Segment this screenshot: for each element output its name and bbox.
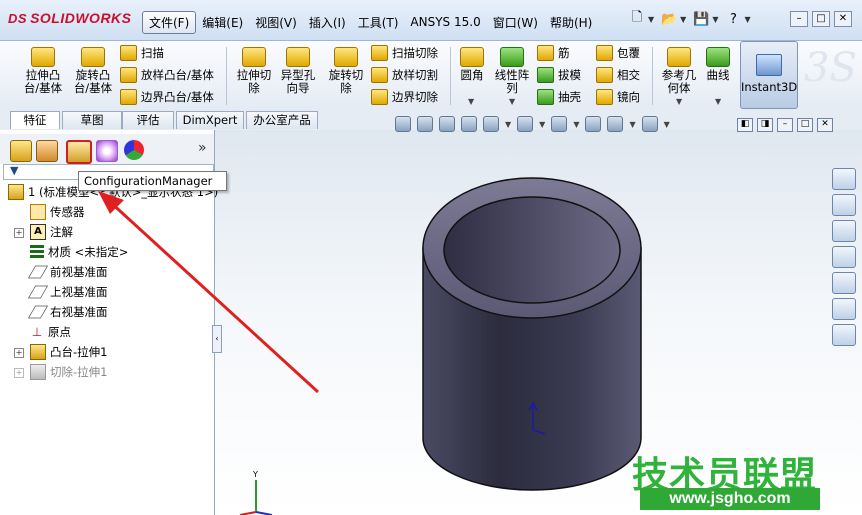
appearances-icon[interactable] <box>832 298 856 320</box>
search-results-icon[interactable] <box>832 272 856 294</box>
solidworks-resources-icon[interactable] <box>832 168 856 190</box>
design-library-icon[interactable] <box>832 220 856 242</box>
task-pane <box>830 168 860 350</box>
watermark-url: www.jsgho.com <box>640 488 820 510</box>
file-explorer-icon[interactable] <box>832 246 856 268</box>
home-icon[interactable] <box>832 194 856 216</box>
panel-collapse-handle[interactable]: ‹ <box>212 325 222 353</box>
custom-properties-icon[interactable] <box>832 324 856 346</box>
annotation-arrow <box>98 191 320 394</box>
